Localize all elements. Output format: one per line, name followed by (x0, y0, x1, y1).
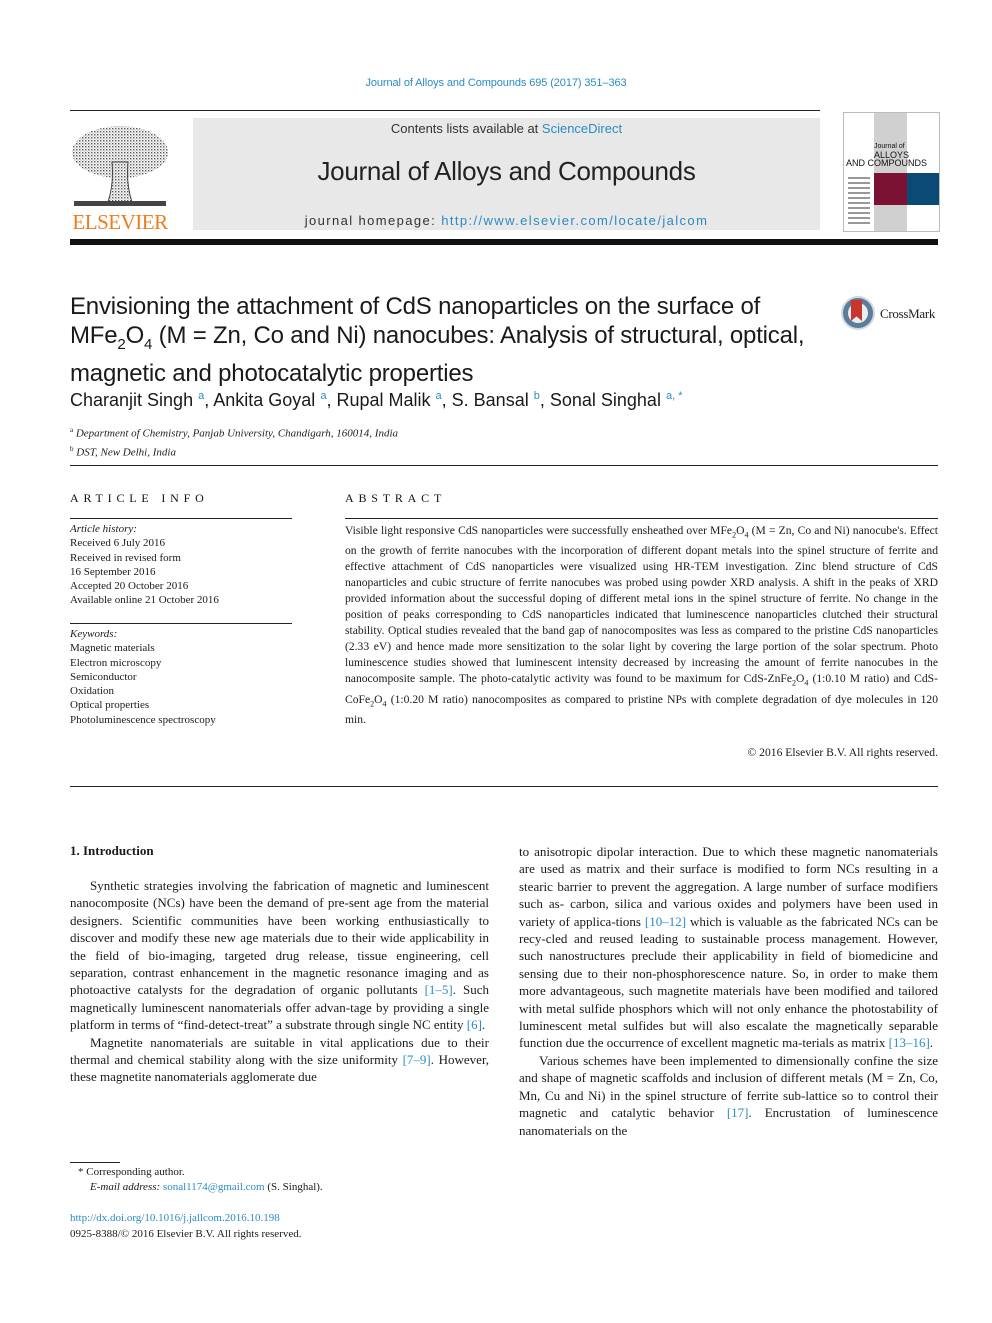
citation-link[interactable]: [1–5] (425, 982, 453, 997)
keywords: Keywords: Magnetic materials Electron mi… (70, 627, 216, 727)
keyword: Optical properties (70, 699, 150, 712)
abstract-text: Visible light responsive CdS nanoparticl… (345, 524, 938, 726)
doi-link[interactable]: http://dx.doi.org/10.1016/j.jallcom.2016… (70, 1212, 280, 1224)
homepage-line: journal homepage: http://www.elsevier.co… (193, 213, 820, 228)
cover-stripe (874, 113, 907, 231)
doi-block: http://dx.doi.org/10.1016/j.jallcom.2016… (70, 1211, 302, 1242)
history-item: Accepted 20 October 2016 (70, 580, 189, 593)
journal-title: Journal of Alloys and Compounds (317, 156, 696, 186)
history-item: Available online 21 October 2016 (70, 594, 219, 607)
footnote: * Corresponding author. E-mail address: … (70, 1165, 323, 1195)
abstract-divider (345, 518, 938, 519)
author[interactable]: Ankita Goyal a (213, 390, 326, 410)
author[interactable]: Rupal Malik a (336, 390, 441, 410)
abstract-heading: ABSTRACT (345, 491, 447, 505)
cover-blue-block (907, 173, 939, 205)
contents-line: Contents lists available at ScienceDirec… (193, 121, 820, 136)
keyword: Semiconductor (70, 670, 137, 683)
citation-link[interactable]: [7–9] (403, 1052, 431, 1067)
author[interactable]: S. Bansal b (452, 390, 540, 410)
affiliation-item: a Department of Chemistry, Panjab Univer… (70, 426, 399, 440)
keywords-label: Keywords: (70, 628, 118, 640)
cover-contents-lines (848, 177, 870, 227)
author-list: Charanjit Singh a, Ankita Goyal a, Rupal… (70, 390, 683, 410)
contents-label: Contents lists available at (390, 121, 542, 136)
affiliation-item: b DST, New Delhi, India (70, 444, 176, 459)
crossmark-label: CrossMark (880, 306, 936, 321)
crossmark-button[interactable]: CrossMark (841, 296, 941, 336)
author[interactable]: Charanjit Singh a (70, 390, 204, 410)
journal-cover-thumbnail[interactable]: Journal of ALLOYS AND COMPOUNDS (843, 112, 940, 232)
homepage-link[interactable]: http://www.elsevier.com/locate/jalcom (441, 213, 708, 228)
article-info-heading: ARTICLE INFO (70, 491, 209, 505)
cover-red-block (874, 173, 907, 205)
elsevier-wordmark: ELSEVIER (72, 210, 168, 234)
corresponding-author-note: * Corresponding author. (78, 1166, 185, 1178)
author[interactable]: Sonal Singhal a, * (550, 390, 683, 410)
homepage-label: journal homepage: (304, 213, 442, 228)
section-heading-introduction: 1. Introduction (70, 843, 154, 858)
article-history: Article history: Received 6 July 2016 Re… (70, 522, 219, 608)
footnote-divider (70, 1162, 120, 1163)
sciencedirect-link[interactable]: ScienceDirect (542, 121, 622, 136)
abstract-end-divider (70, 786, 938, 787)
keyword: Photoluminescence spectroscopy (70, 713, 216, 726)
history-item: 16 September 2016 (70, 565, 156, 578)
paragraph: to anisotropic dipolar interaction. Due … (519, 844, 939, 1051)
cover-title: Journal of ALLOYS AND COMPOUNDS (846, 143, 928, 168)
citation-link[interactable]: [17] (727, 1105, 749, 1120)
body-column-right: to anisotropic dipolar interaction. Due … (519, 843, 938, 1139)
history-label: Article history: (70, 523, 137, 535)
citation-link[interactable]: [13–16] (889, 1035, 930, 1050)
journal-citation-link[interactable]: Journal of Alloys and Compounds 695 (201… (0, 77, 992, 89)
keyword: Oxidation (70, 685, 114, 698)
keyword: Magnetic materials (70, 642, 155, 655)
elsevier-tree-icon (72, 126, 168, 206)
top-divider (70, 110, 820, 111)
paragraph: Magnetite nanomaterials are suitable in … (70, 1034, 489, 1085)
header-thick-divider (70, 239, 938, 245)
citation-link[interactable]: [10–12] (645, 914, 686, 929)
title-divider (70, 465, 938, 466)
email-line: E-mail address: sonal1174@gmail.com (S. … (90, 1181, 323, 1193)
paragraph: Various schemes have been implemented to… (519, 1052, 938, 1138)
article-title: Envisioning the attachment of CdS nanopa… (70, 293, 805, 387)
keyword: Electron microscopy (70, 656, 162, 669)
issn-copyright: 0925-8388/© 2016 Elsevier B.V. All right… (70, 1227, 302, 1240)
history-item: Received in revised form (70, 551, 181, 564)
article-info-divider (70, 518, 292, 519)
history-item: Received 6 July 2016 (70, 537, 166, 550)
email-link[interactable]: sonal1174@gmail.com (163, 1181, 265, 1193)
elsevier-logo[interactable]: ELSEVIER (68, 118, 172, 234)
affiliations: a Department of Chemistry, Panjab Univer… (70, 423, 398, 460)
citation-link[interactable]: [6] (467, 1017, 482, 1032)
keywords-divider (70, 623, 292, 624)
paragraph: Synthetic strategies involving the fabri… (70, 878, 490, 1033)
abstract-copyright: © 2016 Elsevier B.V. All rights reserved… (747, 746, 938, 759)
journal-banner: Contents lists available at ScienceDirec… (193, 118, 820, 230)
body-column-left: Synthetic strategies involving the fabri… (70, 877, 489, 1086)
